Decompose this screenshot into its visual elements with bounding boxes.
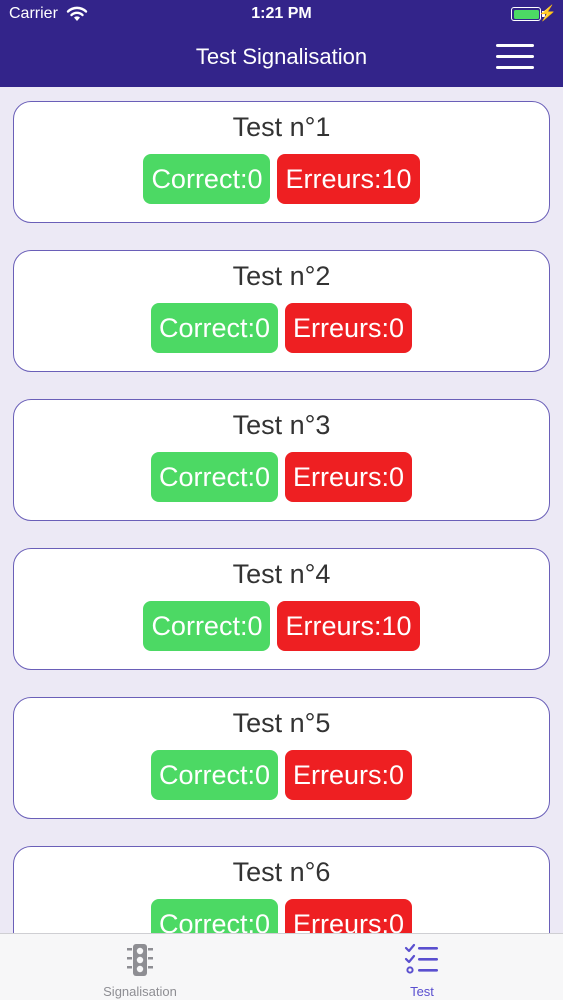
test-card-5[interactable]: Test n°5 Correct:0 Erreurs:0 — [13, 697, 550, 819]
test-title: Test n°5 — [232, 708, 331, 738]
correct-badge: Correct:0 — [150, 899, 278, 933]
test-card-6[interactable]: Test n°6 Correct:0 Erreurs:0 — [13, 846, 550, 933]
errors-badge: Erreurs:10 — [277, 601, 420, 651]
traffic-light-icon — [127, 944, 153, 976]
test-title: Test n°4 — [232, 559, 331, 589]
tab-test[interactable]: Test — [322, 934, 522, 1000]
correct-badge: Correct:0 — [143, 154, 271, 204]
status-time: 1:21 PM — [251, 5, 312, 22]
navigation-bar: Carrier 1:21 PM ⚡ Test Signalisation — [0, 0, 563, 87]
checklist-icon — [404, 943, 438, 974]
status-bar: Carrier 1:21 PM ⚡ — [0, 0, 563, 30]
correct-badge: Correct:0 — [150, 303, 278, 353]
test-card-3[interactable]: Test n°3 Correct:0 Erreurs:0 — [13, 399, 550, 521]
correct-badge: Correct:0 — [150, 750, 278, 800]
errors-badge: Erreurs:0 — [285, 452, 413, 502]
hamburger-menu-icon[interactable] — [496, 44, 534, 70]
test-title: Test n°1 — [232, 112, 331, 142]
test-card-1[interactable]: Test n°1 Correct:0 Erreurs:10 — [13, 101, 550, 223]
battery-icon — [511, 7, 541, 21]
tab-bar: Signalisation Test — [0, 933, 563, 1000]
correct-badge: Correct:0 — [143, 601, 271, 651]
errors-badge: Erreurs:0 — [285, 899, 413, 933]
test-title: Test n°6 — [232, 857, 331, 887]
tab-label: Test — [410, 984, 434, 999]
errors-badge: Erreurs:0 — [285, 303, 413, 353]
charging-icon: ⚡ — [538, 5, 557, 22]
test-title: Test n°3 — [232, 410, 331, 440]
tab-signalisation[interactable]: Signalisation — [40, 934, 240, 1000]
test-title: Test n°2 — [232, 261, 331, 291]
test-list[interactable]: Test n°1 Correct:0 Erreurs:10 Test n°2 C… — [0, 87, 563, 933]
correct-badge: Correct:0 — [150, 452, 278, 502]
page-title: Test Signalisation — [195, 44, 368, 69]
errors-badge: Erreurs:0 — [285, 750, 413, 800]
errors-badge: Erreurs:10 — [277, 154, 420, 204]
tab-label: Signalisation — [103, 984, 177, 999]
test-card-4[interactable]: Test n°4 Correct:0 Erreurs:10 — [13, 548, 550, 670]
test-card-2[interactable]: Test n°2 Correct:0 Erreurs:0 — [13, 250, 550, 372]
